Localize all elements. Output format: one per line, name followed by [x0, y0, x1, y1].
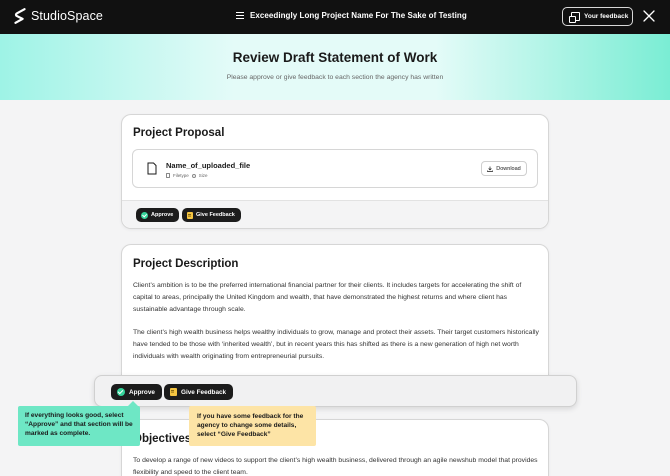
- project-name: Exceedingly Long Project Name For The Sa…: [250, 11, 467, 20]
- project-description-card: Project Description Client’s ambition is…: [121, 244, 549, 394]
- brand[interactable]: StudioSpace: [14, 8, 103, 24]
- description-paragraph-2: The client’s high wealth business helps …: [133, 329, 539, 360]
- close-icon[interactable]: [643, 10, 655, 22]
- file-type: Filetype: [173, 173, 189, 178]
- floating-approve-button[interactable]: Approve: [111, 384, 162, 400]
- download-button[interactable]: Download: [481, 161, 527, 176]
- give-feedback-button[interactable]: Give Feedback: [182, 208, 241, 222]
- uploaded-file: Name_of_uploaded_file Filetype Size Down…: [132, 149, 538, 188]
- floating-approve-label: Approve: [129, 388, 155, 396]
- menu-icon: [236, 12, 244, 19]
- top-bar: StudioSpace Exceedingly Long Project Nam…: [0, 0, 670, 34]
- file-meta: Filetype Size: [166, 173, 208, 178]
- approve-tooltip: If everything looks good, select “Approv…: [18, 401, 140, 446]
- objectives-card: Objectives To develop a range of new vid…: [121, 419, 549, 476]
- hero-banner: Review Draft Statement of Work Please ap…: [0, 34, 670, 100]
- floating-give-feedback-button[interactable]: Give Feedback: [164, 384, 234, 400]
- objectives-title: Objectives: [133, 433, 192, 445]
- approve-label: Approve: [151, 212, 174, 218]
- file-icon: [147, 162, 157, 175]
- objectives-paragraph: To develop a range of new videos to supp…: [133, 457, 538, 476]
- download-label: Download: [496, 165, 521, 172]
- size-icon: [191, 173, 196, 178]
- project-menu[interactable]: Exceedingly Long Project Name For The Sa…: [236, 11, 467, 20]
- proposal-card-footer: Approve Give Feedback: [122, 200, 548, 228]
- floating-action-bar: Approve Give Feedback: [94, 375, 577, 407]
- project-description-title: Project Description: [133, 258, 239, 270]
- file-name: Name_of_uploaded_file: [166, 161, 251, 170]
- feedback-note-icon: [170, 388, 177, 396]
- approve-button[interactable]: Approve: [136, 208, 180, 222]
- check-circle-icon: [117, 388, 125, 396]
- page-title: Review Draft Statement of Work: [232, 50, 438, 65]
- feedback-tooltip: If you have some feedback for the agency…: [189, 406, 316, 446]
- give-feedback-label: Give Feedback: [196, 212, 235, 218]
- page-subtitle: Please approve or give feedback to each …: [226, 74, 444, 81]
- floating-give-feedback-label: Give Feedback: [181, 388, 227, 396]
- check-circle-icon: [141, 211, 148, 219]
- project-proposal-card: Project Proposal Name_of_uploaded_file F…: [121, 114, 549, 229]
- your-feedback-label: Your feedback: [584, 13, 629, 20]
- project-proposal-title: Project Proposal: [133, 127, 225, 139]
- file-size: Size: [198, 173, 208, 178]
- brand-name: StudioSpace: [31, 9, 103, 23]
- feedback-note-icon: [187, 211, 193, 219]
- your-feedback-button[interactable]: Your feedback: [562, 7, 633, 26]
- filetype-icon: [166, 173, 170, 178]
- description-paragraph-1: Client’s ambition is to be the preferred…: [133, 282, 522, 313]
- download-icon: [487, 166, 494, 172]
- feedback-icon: [569, 12, 580, 23]
- studiospace-logo-icon: [14, 8, 26, 24]
